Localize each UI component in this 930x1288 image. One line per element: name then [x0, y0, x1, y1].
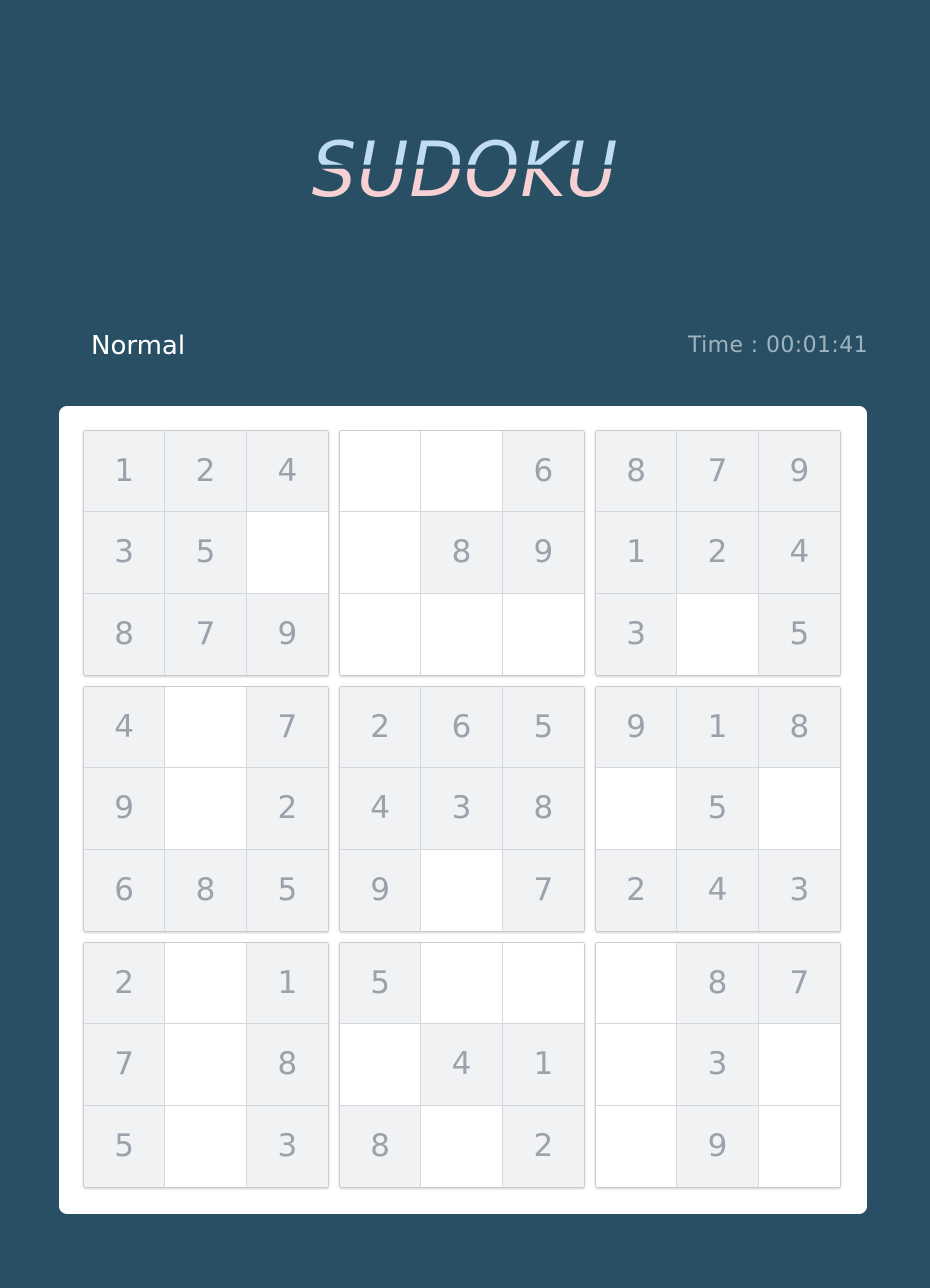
sudoku-cell-given[interactable]: 8 [165, 849, 247, 931]
sudoku-block: 217853 [83, 942, 329, 1188]
sudoku-cell-empty[interactable] [596, 943, 678, 1025]
sudoku-cell-given[interactable]: 2 [596, 849, 678, 931]
difficulty-label[interactable]: Normal [91, 330, 185, 362]
sudoku-cell-given[interactable]: 8 [421, 512, 503, 594]
sudoku-cell-given[interactable]: 3 [596, 593, 678, 675]
sudoku-cell-given[interactable]: 8 [84, 593, 166, 675]
sudoku-cell-given[interactable]: 7 [677, 431, 759, 513]
sudoku-block: 9185243 [595, 686, 841, 932]
sudoku-cell-given[interactable]: 4 [758, 512, 840, 594]
sudoku-cell-given[interactable]: 3 [677, 1024, 759, 1106]
sudoku-cell-given[interactable]: 2 [677, 512, 759, 594]
sudoku-cell-given[interactable]: 5 [246, 849, 328, 931]
sudoku-cell-given[interactable]: 8 [758, 687, 840, 769]
sudoku-cell-given[interactable]: 1 [84, 431, 166, 513]
sudoku-cell-empty[interactable] [165, 1024, 247, 1106]
sudoku-block: 8739 [595, 942, 841, 1188]
game-logo: SUDOKU SUDOKU [0, 128, 930, 212]
sudoku-cell-given[interactable]: 9 [596, 687, 678, 769]
sudoku-cell-given[interactable]: 2 [502, 1105, 584, 1187]
sudoku-cell-given[interactable]: 4 [84, 687, 166, 769]
sudoku-cell-empty[interactable] [165, 943, 247, 1025]
sudoku-cell-given[interactable]: 9 [677, 1105, 759, 1187]
sudoku-cell-given[interactable]: 5 [84, 1105, 166, 1187]
sudoku-cell-empty[interactable] [246, 512, 328, 594]
sudoku-cell-given[interactable]: 9 [84, 768, 166, 850]
sudoku-cell-given[interactable]: 8 [340, 1105, 422, 1187]
sudoku-cell-empty[interactable] [421, 943, 503, 1025]
sudoku-block: 12435879 [83, 430, 329, 676]
sudoku-cell-given[interactable]: 2 [84, 943, 166, 1025]
timer-display: Time : 00:01:41 [687, 333, 868, 358]
sudoku-cell-empty[interactable] [340, 1024, 422, 1106]
sudoku-cell-empty[interactable] [758, 1024, 840, 1106]
sudoku-block: 26543897 [339, 686, 585, 932]
sudoku-cell-given[interactable]: 1 [677, 687, 759, 769]
sudoku-cell-given[interactable]: 4 [340, 768, 422, 850]
sudoku-cell-empty[interactable] [340, 593, 422, 675]
sudoku-cell-given[interactable]: 7 [165, 593, 247, 675]
sudoku-cell-empty[interactable] [421, 849, 503, 931]
sudoku-cell-empty[interactable] [421, 1105, 503, 1187]
sudoku-cell-given[interactable]: 5 [165, 512, 247, 594]
sudoku-cell-given[interactable]: 5 [340, 943, 422, 1025]
sudoku-cell-given[interactable]: 5 [502, 687, 584, 769]
sudoku-cell-given[interactable]: 6 [84, 849, 166, 931]
sudoku-cell-empty[interactable] [421, 593, 503, 675]
sudoku-cell-empty[interactable] [340, 512, 422, 594]
sudoku-cell-given[interactable]: 8 [246, 1024, 328, 1106]
sudoku-cell-given[interactable]: 9 [758, 431, 840, 513]
sudoku-cell-empty[interactable] [758, 1105, 840, 1187]
sudoku-board: 1243587968987912435479268526543897918524… [59, 406, 867, 1214]
sudoku-cell-given[interactable]: 7 [84, 1024, 166, 1106]
sudoku-cell-empty[interactable] [596, 1105, 678, 1187]
sudoku-cell-given[interactable]: 9 [502, 512, 584, 594]
sudoku-cell-empty[interactable] [677, 593, 759, 675]
sudoku-cell-given[interactable]: 7 [758, 943, 840, 1025]
sudoku-cell-given[interactable]: 2 [165, 431, 247, 513]
sudoku-cell-empty[interactable] [165, 687, 247, 769]
sudoku-cell-given[interactable]: 3 [84, 512, 166, 594]
sudoku-cell-given[interactable]: 2 [340, 687, 422, 769]
sudoku-cell-empty[interactable] [758, 768, 840, 850]
sudoku-cell-given[interactable]: 5 [677, 768, 759, 850]
sudoku-cell-empty[interactable] [502, 593, 584, 675]
sudoku-block: 87912435 [595, 430, 841, 676]
sudoku-cell-given[interactable]: 7 [246, 687, 328, 769]
sudoku-cell-given[interactable]: 1 [596, 512, 678, 594]
sudoku-cell-empty[interactable] [165, 768, 247, 850]
sudoku-cell-empty[interactable] [596, 1024, 678, 1106]
sudoku-cell-given[interactable]: 2 [246, 768, 328, 850]
sudoku-cell-given[interactable]: 6 [502, 431, 584, 513]
sudoku-cell-given[interactable]: 4 [246, 431, 328, 513]
sudoku-cell-given[interactable]: 5 [758, 593, 840, 675]
sudoku-cell-given[interactable]: 9 [246, 593, 328, 675]
sudoku-cell-given[interactable]: 9 [340, 849, 422, 931]
sudoku-cell-given[interactable]: 6 [421, 687, 503, 769]
sudoku-cell-given[interactable]: 8 [502, 768, 584, 850]
sudoku-block: 4792685 [83, 686, 329, 932]
sudoku-cell-empty[interactable] [502, 943, 584, 1025]
sudoku-cell-given[interactable]: 8 [596, 431, 678, 513]
sudoku-cell-empty[interactable] [596, 768, 678, 850]
sudoku-cell-given[interactable]: 3 [246, 1105, 328, 1187]
sudoku-cell-given[interactable]: 1 [502, 1024, 584, 1106]
sudoku-cell-given[interactable]: 4 [677, 849, 759, 931]
sudoku-cell-empty[interactable] [340, 431, 422, 513]
sudoku-block: 689 [339, 430, 585, 676]
sudoku-block: 54182 [339, 942, 585, 1188]
sudoku-cell-given[interactable]: 4 [421, 1024, 503, 1106]
sudoku-cell-given[interactable]: 3 [421, 768, 503, 850]
sudoku-cell-given[interactable]: 3 [758, 849, 840, 931]
sudoku-cell-given[interactable]: 1 [246, 943, 328, 1025]
sudoku-cell-given[interactable]: 7 [502, 849, 584, 931]
sudoku-cell-empty[interactable] [165, 1105, 247, 1187]
sudoku-cell-empty[interactable] [421, 431, 503, 513]
sudoku-cell-given[interactable]: 8 [677, 943, 759, 1025]
